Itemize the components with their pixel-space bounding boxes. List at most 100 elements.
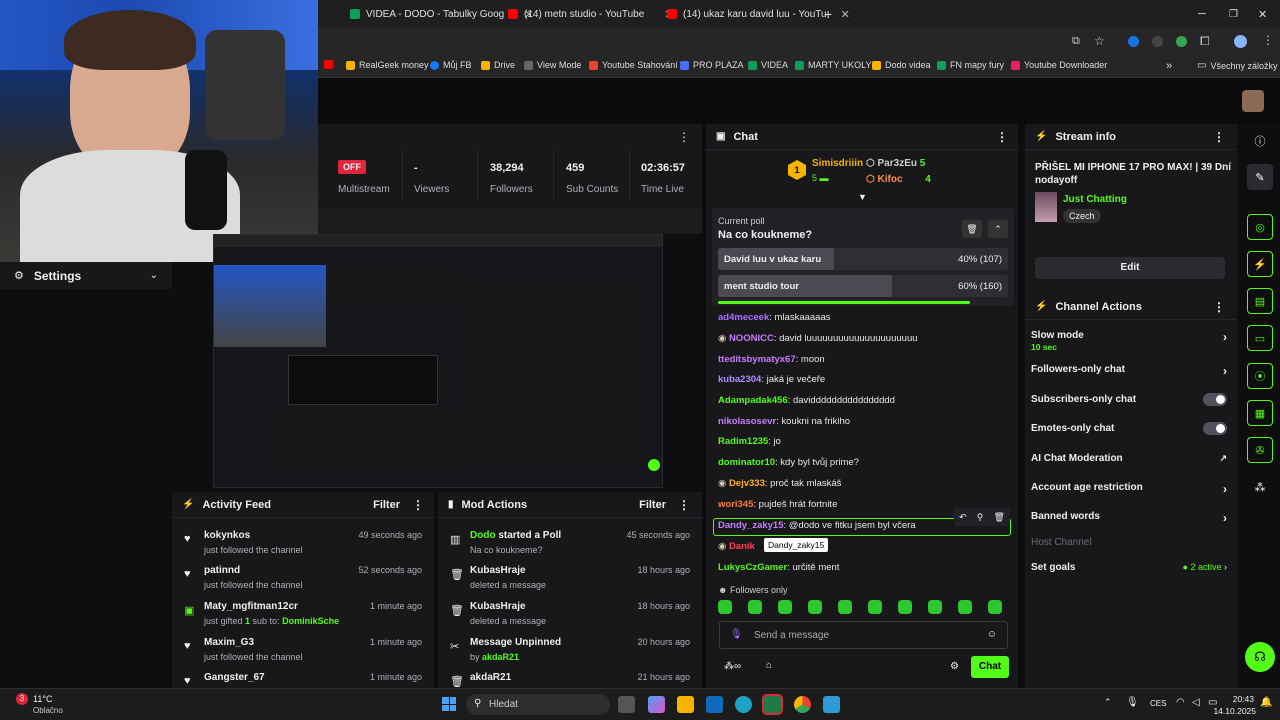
- excel-icon[interactable]: [762, 694, 783, 715]
- focus-icon[interactable]: ◎: [1247, 214, 1273, 240]
- info-icon[interactable]: ⓘ: [1247, 128, 1273, 154]
- all-bookmarks-folder[interactable]: ▭ Všechny záložky: [1197, 60, 1277, 71]
- emotes-only-toggle[interactable]: [1203, 422, 1227, 435]
- broadcast-icon[interactable]: ⦿: [1247, 363, 1273, 389]
- bookmarks-more-button[interactable]: »: [1166, 60, 1172, 72]
- menu-kebab-icon[interactable]: ⋮: [678, 130, 690, 144]
- wifi-icon[interactable]: ◠: [1176, 697, 1185, 708]
- filter-button[interactable]: Filter: [639, 499, 666, 511]
- bookmark-item[interactable]: Drive: [481, 60, 515, 70]
- stat-multistream[interactable]: OFF Multistream: [318, 150, 403, 200]
- banned-words-row[interactable]: Banned words ›: [1031, 511, 1227, 525]
- file-explorer-icon[interactable]: [677, 696, 694, 713]
- support-headset-icon[interactable]: ☊: [1245, 642, 1275, 672]
- microphone-icon[interactable]: 🎙: [1126, 697, 1139, 708]
- slow-mode-row[interactable]: Slow mode ›: [1031, 330, 1227, 344]
- top-gifter-2[interactable]: ⬡ Par3zEu 5: [866, 158, 925, 169]
- gear-icon[interactable]: ⚙: [950, 661, 959, 672]
- emote-icon[interactable]: [748, 600, 762, 614]
- weather-temp[interactable]: 11°C: [33, 694, 52, 704]
- window-close-icon[interactable]: ✕: [1258, 4, 1267, 24]
- task-view-icon[interactable]: [618, 696, 635, 713]
- bookmark-item[interactable]: MARTY UKOLY: [795, 60, 872, 70]
- mod-user[interactable]: akdaR21: [470, 672, 511, 683]
- multistream-toggle[interactable]: OFF: [338, 160, 366, 174]
- maximize-icon[interactable]: ❐: [1229, 4, 1238, 24]
- category-link[interactable]: Just Chatting: [1063, 194, 1127, 205]
- collapse-icon[interactable]: ▼: [858, 192, 867, 202]
- settings-header[interactable]: ⚙ Settings ⌄: [0, 262, 172, 289]
- stream-preview[interactable]: [213, 234, 663, 488]
- tab-videa[interactable]: VIDEA - DODO - Tabulky Goog ✕: [350, 4, 533, 24]
- pencil-icon[interactable]: ✎: [1247, 164, 1273, 190]
- extensions-puzzle-icon[interactable]: ⧠: [1200, 34, 1210, 49]
- chat-username[interactable]: kuba2304: [718, 374, 761, 385]
- extension-icon[interactable]: [1176, 36, 1187, 47]
- chat-username[interactable]: nikolasosevr: [718, 416, 776, 427]
- subscribers-only-toggle[interactable]: [1203, 393, 1227, 406]
- emote-icon[interactable]: [868, 600, 882, 614]
- chat-username[interactable]: Danik: [729, 541, 755, 552]
- layout-icon[interactable]: ▦: [1247, 400, 1273, 426]
- bookmark-item[interactable]: View Mode: [524, 60, 581, 70]
- pin-icon[interactable]: ⚲: [977, 512, 984, 523]
- ai-moderation-row[interactable]: AI Chat Moderation ↗: [1031, 453, 1227, 464]
- menu-kebab-icon[interactable]: ⋮: [412, 498, 424, 512]
- windows-start-icon[interactable]: [442, 697, 456, 711]
- emote-icon[interactable]: [928, 600, 942, 614]
- poll-option[interactable]: ment studio tour 60% (160): [718, 275, 1008, 297]
- bookmark-item[interactable]: Dodo videa: [872, 60, 931, 70]
- menu-kebab-icon[interactable]: ⋮: [678, 498, 690, 512]
- apps-icon[interactable]: ⁂: [1247, 474, 1273, 500]
- app-icon[interactable]: [823, 696, 840, 713]
- volume-icon[interactable]: ◁: [1192, 697, 1200, 708]
- outlook-icon[interactable]: [706, 696, 723, 713]
- minimize-icon[interactable]: ─: [1198, 4, 1206, 24]
- menu-kebab-icon[interactable]: ⋮: [1213, 130, 1225, 144]
- followers-only-row[interactable]: Followers-only chat ›: [1031, 364, 1227, 378]
- filter-button[interactable]: Filter: [373, 499, 400, 511]
- activity-user[interactable]: kokynkos: [204, 530, 250, 541]
- bookmark-item[interactable]: Můj FB: [430, 60, 472, 70]
- tab-metn-studio[interactable]: (14) metn studio - YouTube ✕: [508, 4, 673, 24]
- mod-user[interactable]: KubasHraje: [470, 565, 526, 576]
- mod-user[interactable]: Dodo: [470, 530, 496, 541]
- language-indicator[interactable]: CES: [1150, 699, 1166, 708]
- emote-icon[interactable]: [988, 600, 1002, 614]
- menu-kebab-icon[interactable]: ⋮: [996, 130, 1008, 144]
- store-icon[interactable]: ⌂: [766, 660, 772, 671]
- bookmark-item[interactable]: Youtube Stahování: [589, 60, 678, 70]
- chat-input[interactable]: 🎙 Send a message ☺: [719, 621, 1008, 649]
- close-icon[interactable]: ✕: [841, 8, 850, 21]
- send-chat-button[interactable]: Chat: [971, 656, 1009, 678]
- profile-avatar[interactable]: [1234, 35, 1247, 48]
- microphone-icon[interactable]: 🎙: [730, 629, 743, 640]
- chat-username[interactable]: dominator10: [718, 457, 775, 468]
- emoji-icon[interactable]: ☺: [987, 629, 997, 640]
- bookmark-item[interactable]: RealGeek money: [346, 60, 429, 70]
- emote-icon[interactable]: [808, 600, 822, 614]
- chat-bubble-icon[interactable]: ▭: [1247, 325, 1273, 351]
- activity-user[interactable]: Maxim_G3: [204, 637, 254, 648]
- set-goals-row[interactable]: Set goals ● 2 active ›: [1031, 562, 1227, 573]
- collapse-poll-button[interactable]: ⌃: [988, 220, 1008, 238]
- mod-user[interactable]: KubasHraje: [470, 601, 526, 612]
- clock-date[interactable]: 14.10.2025: [1212, 706, 1256, 716]
- activity-user[interactable]: Gangster_67: [204, 672, 265, 683]
- reply-icon[interactable]: ↶: [959, 512, 967, 523]
- emote-icon[interactable]: [718, 600, 732, 614]
- edit-button[interactable]: Edit: [1035, 257, 1225, 279]
- translate-icon[interactable]: ⧉: [1072, 35, 1080, 48]
- clock-time[interactable]: 20:43: [1230, 694, 1254, 704]
- delete-poll-button[interactable]: 🗑: [962, 220, 982, 238]
- activity-user[interactable]: patinnd: [204, 565, 240, 576]
- bookmark-item[interactable]: VIDEA: [748, 60, 788, 70]
- user-avatar[interactable]: [1242, 90, 1264, 112]
- chat-username[interactable]: ad4meceek: [718, 312, 769, 323]
- menu-kebab-icon[interactable]: ⋮: [1213, 300, 1225, 314]
- lightning-icon[interactable]: ⚡: [1247, 251, 1273, 277]
- chat-username[interactable]: NOONICC: [729, 333, 774, 344]
- new-tab-button[interactable]: +: [824, 4, 832, 24]
- document-icon[interactable]: ▤: [1247, 288, 1273, 314]
- poll-option[interactable]: David luu v ukaz karu 40% (107): [718, 248, 1008, 270]
